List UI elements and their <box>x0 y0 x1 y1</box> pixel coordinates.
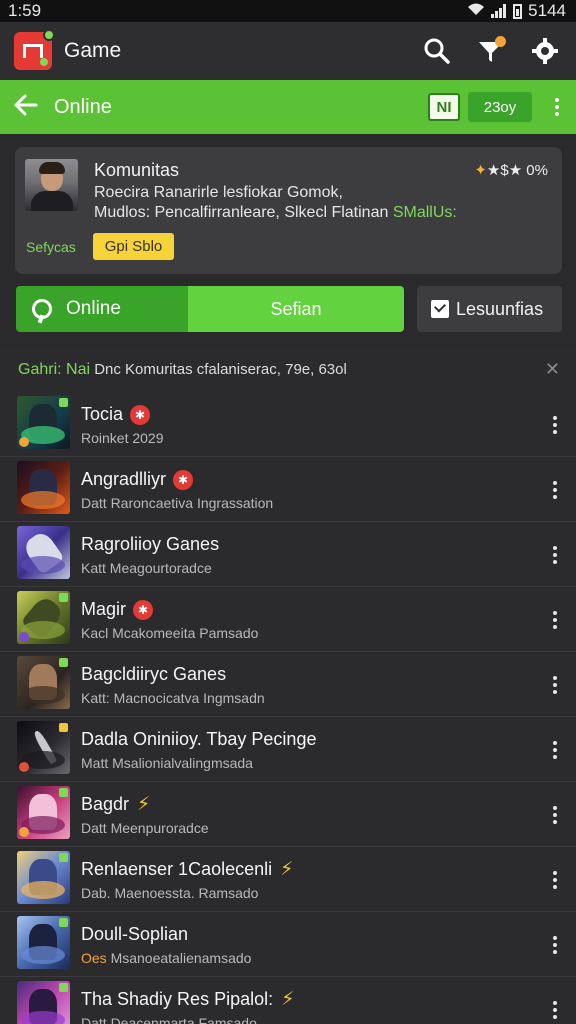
game-subtitle: Datt Deacenmarta Famsado <box>81 1015 257 1024</box>
more-options-icon[interactable] <box>552 936 558 954</box>
game-title: Tha Shadiy Res Pipalol: ⚡ <box>81 989 295 1010</box>
game-subtitle: Datt Meenpuroradce <box>81 820 209 836</box>
game-subtitle: Kacl Mcakomeeita Pamsado <box>81 625 259 641</box>
card-title: Komunitas <box>94 160 180 180</box>
battery-icon <box>513 3 523 19</box>
game-thumbnail <box>17 916 70 969</box>
close-icon[interactable]: ✕ <box>545 359 560 380</box>
filter-icon[interactable] <box>474 34 508 68</box>
game-subtitle: Datt Raroncaetiva Ingrassation <box>81 495 274 511</box>
game-thumbnail <box>17 461 70 514</box>
list-item[interactable]: Renlaenser 1Caolecenli ⚡ Dab. Maenoessta.… <box>0 847 576 912</box>
status-bar: 1:59 5144 <box>0 0 576 22</box>
game-title: Magir ✱ <box>81 599 154 620</box>
game-list-panel: Gahri: Nai Dnc Komuritas cfalaniserac, 7… <box>0 347 576 1024</box>
more-options-icon[interactable] <box>552 416 558 434</box>
status-time: 1:59 <box>8 1 42 20</box>
card-action-button[interactable]: Gpi Sblo <box>93 233 174 260</box>
game-subtitle: Oes Msanoeatalienamsado <box>81 950 252 966</box>
list-item[interactable]: Doull-Soplian Oes Msanoeatalienamsado <box>0 912 576 977</box>
game-thumbnail <box>17 786 70 839</box>
game-title: Bagcldiiryc Ganes <box>81 664 227 684</box>
game-subtitle: Katt Meagourtoradce <box>81 560 212 576</box>
list-item[interactable]: Tha Shadiy Res Pipalol: ⚡ Datt Deacenmart… <box>0 977 576 1024</box>
back-arrow-icon[interactable] <box>14 94 38 121</box>
tab-sefian[interactable]: Sefian <box>188 286 404 332</box>
notification-badge <box>495 36 506 47</box>
community-card[interactable]: Komunitas ✦★$★ 0% Roecira Ranarirle lesf… <box>15 147 562 274</box>
search-icon[interactable] <box>420 34 454 68</box>
more-options-icon[interactable] <box>552 676 558 694</box>
game-thumbnail <box>17 591 70 644</box>
game-subtitle: Katt: Macnocicatva Ingmsadn <box>81 690 265 706</box>
game-thumbnail <box>17 981 70 1024</box>
list-item[interactable]: Angradlliyr ✱ Datt Raroncaetiva Ingrassat… <box>0 457 576 522</box>
more-icon[interactable] <box>552 98 562 116</box>
game-title: Renlaenser 1Caolecenli ⚡ <box>81 859 294 880</box>
more-options-icon[interactable] <box>552 741 558 759</box>
battery-text: 5144 <box>528 1 566 20</box>
status-icons: 5144 <box>467 1 566 21</box>
section-header: Online NI 23oy <box>0 80 576 134</box>
game-title: Angradlliyr ✱ <box>81 469 194 490</box>
app-logo-icon <box>14 29 55 70</box>
chip-button[interactable]: NI <box>428 93 460 121</box>
game-subtitle: Matt Msalionialvalingmsada <box>81 755 253 771</box>
alert-badge-icon: ✱ <box>173 469 194 490</box>
list-item[interactable]: Bagdr ⚡ Datt Meenpuroradce <box>0 782 576 847</box>
star-icon: ✦ <box>474 162 487 179</box>
sparkle-icon: ⚡ <box>137 794 151 815</box>
card-rating: ✦★$★ 0% <box>474 162 548 179</box>
card-description: Roecira Ranarirle lesfiokar Gomok, <box>94 184 343 201</box>
game-thumbnail <box>17 656 70 709</box>
list-item[interactable]: Tocia ✱ Roinket 2029 <box>0 392 576 457</box>
tab-group: Online Sefian <box>16 286 404 332</box>
app-bar: Game <box>0 22 576 80</box>
side-tab-button[interactable]: Lesuunfias <box>417 286 562 332</box>
app-title: Game <box>64 39 122 62</box>
more-options-icon[interactable] <box>552 871 558 889</box>
section-title: Online <box>54 95 112 118</box>
more-options-icon[interactable] <box>552 546 558 564</box>
list-item[interactable]: Magir ✱ Kacl Mcakomeeita Pamsado <box>0 587 576 652</box>
game-title: Tocia ✱ <box>81 404 151 425</box>
more-options-icon[interactable] <box>552 611 558 629</box>
game-thumbnail <box>17 851 70 904</box>
game-thumbnail <box>17 721 70 774</box>
gear-icon[interactable] <box>528 34 562 68</box>
game-title: Doull-Soplian <box>81 924 189 944</box>
list-item[interactable]: Bagcldiiryc Ganes Katt: Macnocicatva Ing… <box>0 652 576 717</box>
signal-icon <box>491 4 507 18</box>
header-action-button[interactable]: 23oy <box>468 92 532 122</box>
game-subtitle: Roinket 2029 <box>81 430 164 446</box>
more-options-icon[interactable] <box>552 806 558 824</box>
game-thumbnail <box>17 396 70 449</box>
more-options-icon[interactable] <box>552 1001 558 1019</box>
wifi-icon <box>467 1 485 21</box>
list-item[interactable]: Dadla Oniniioy. Tbay Pecinge Matt Msalio… <box>0 717 576 782</box>
alert-badge-icon: ✱ <box>133 599 154 620</box>
sparkle-icon: ⚡ <box>280 859 294 880</box>
checkbox-icon <box>431 300 449 318</box>
game-subtitle: Dab. Maenoessta. Ramsado <box>81 885 259 901</box>
list-item[interactable]: Ragroliioy Ganes Katt Meagourtoradce <box>0 522 576 587</box>
game-title: Dadla Oniniioy. Tbay Pecinge <box>81 729 317 749</box>
game-thumbnail <box>17 526 70 579</box>
card-status-label: Sefycas <box>26 239 76 255</box>
game-title: Bagdr ⚡ <box>81 794 151 815</box>
online-icon <box>32 299 52 319</box>
more-options-icon[interactable] <box>552 481 558 499</box>
alert-badge-icon: ✱ <box>130 404 151 425</box>
card-details: Mudlos: Pencalfirranleare, Slkecl Flatin… <box>94 204 457 221</box>
tab-online[interactable]: Online <box>16 286 188 332</box>
game-title: Ragroliioy Ganes <box>81 534 220 554</box>
sparkle-icon: ⚡ <box>281 989 295 1010</box>
avatar <box>25 159 78 211</box>
list-header: Gahri: Nai Dnc Komuritas cfalaniserac, 7… <box>18 361 347 378</box>
